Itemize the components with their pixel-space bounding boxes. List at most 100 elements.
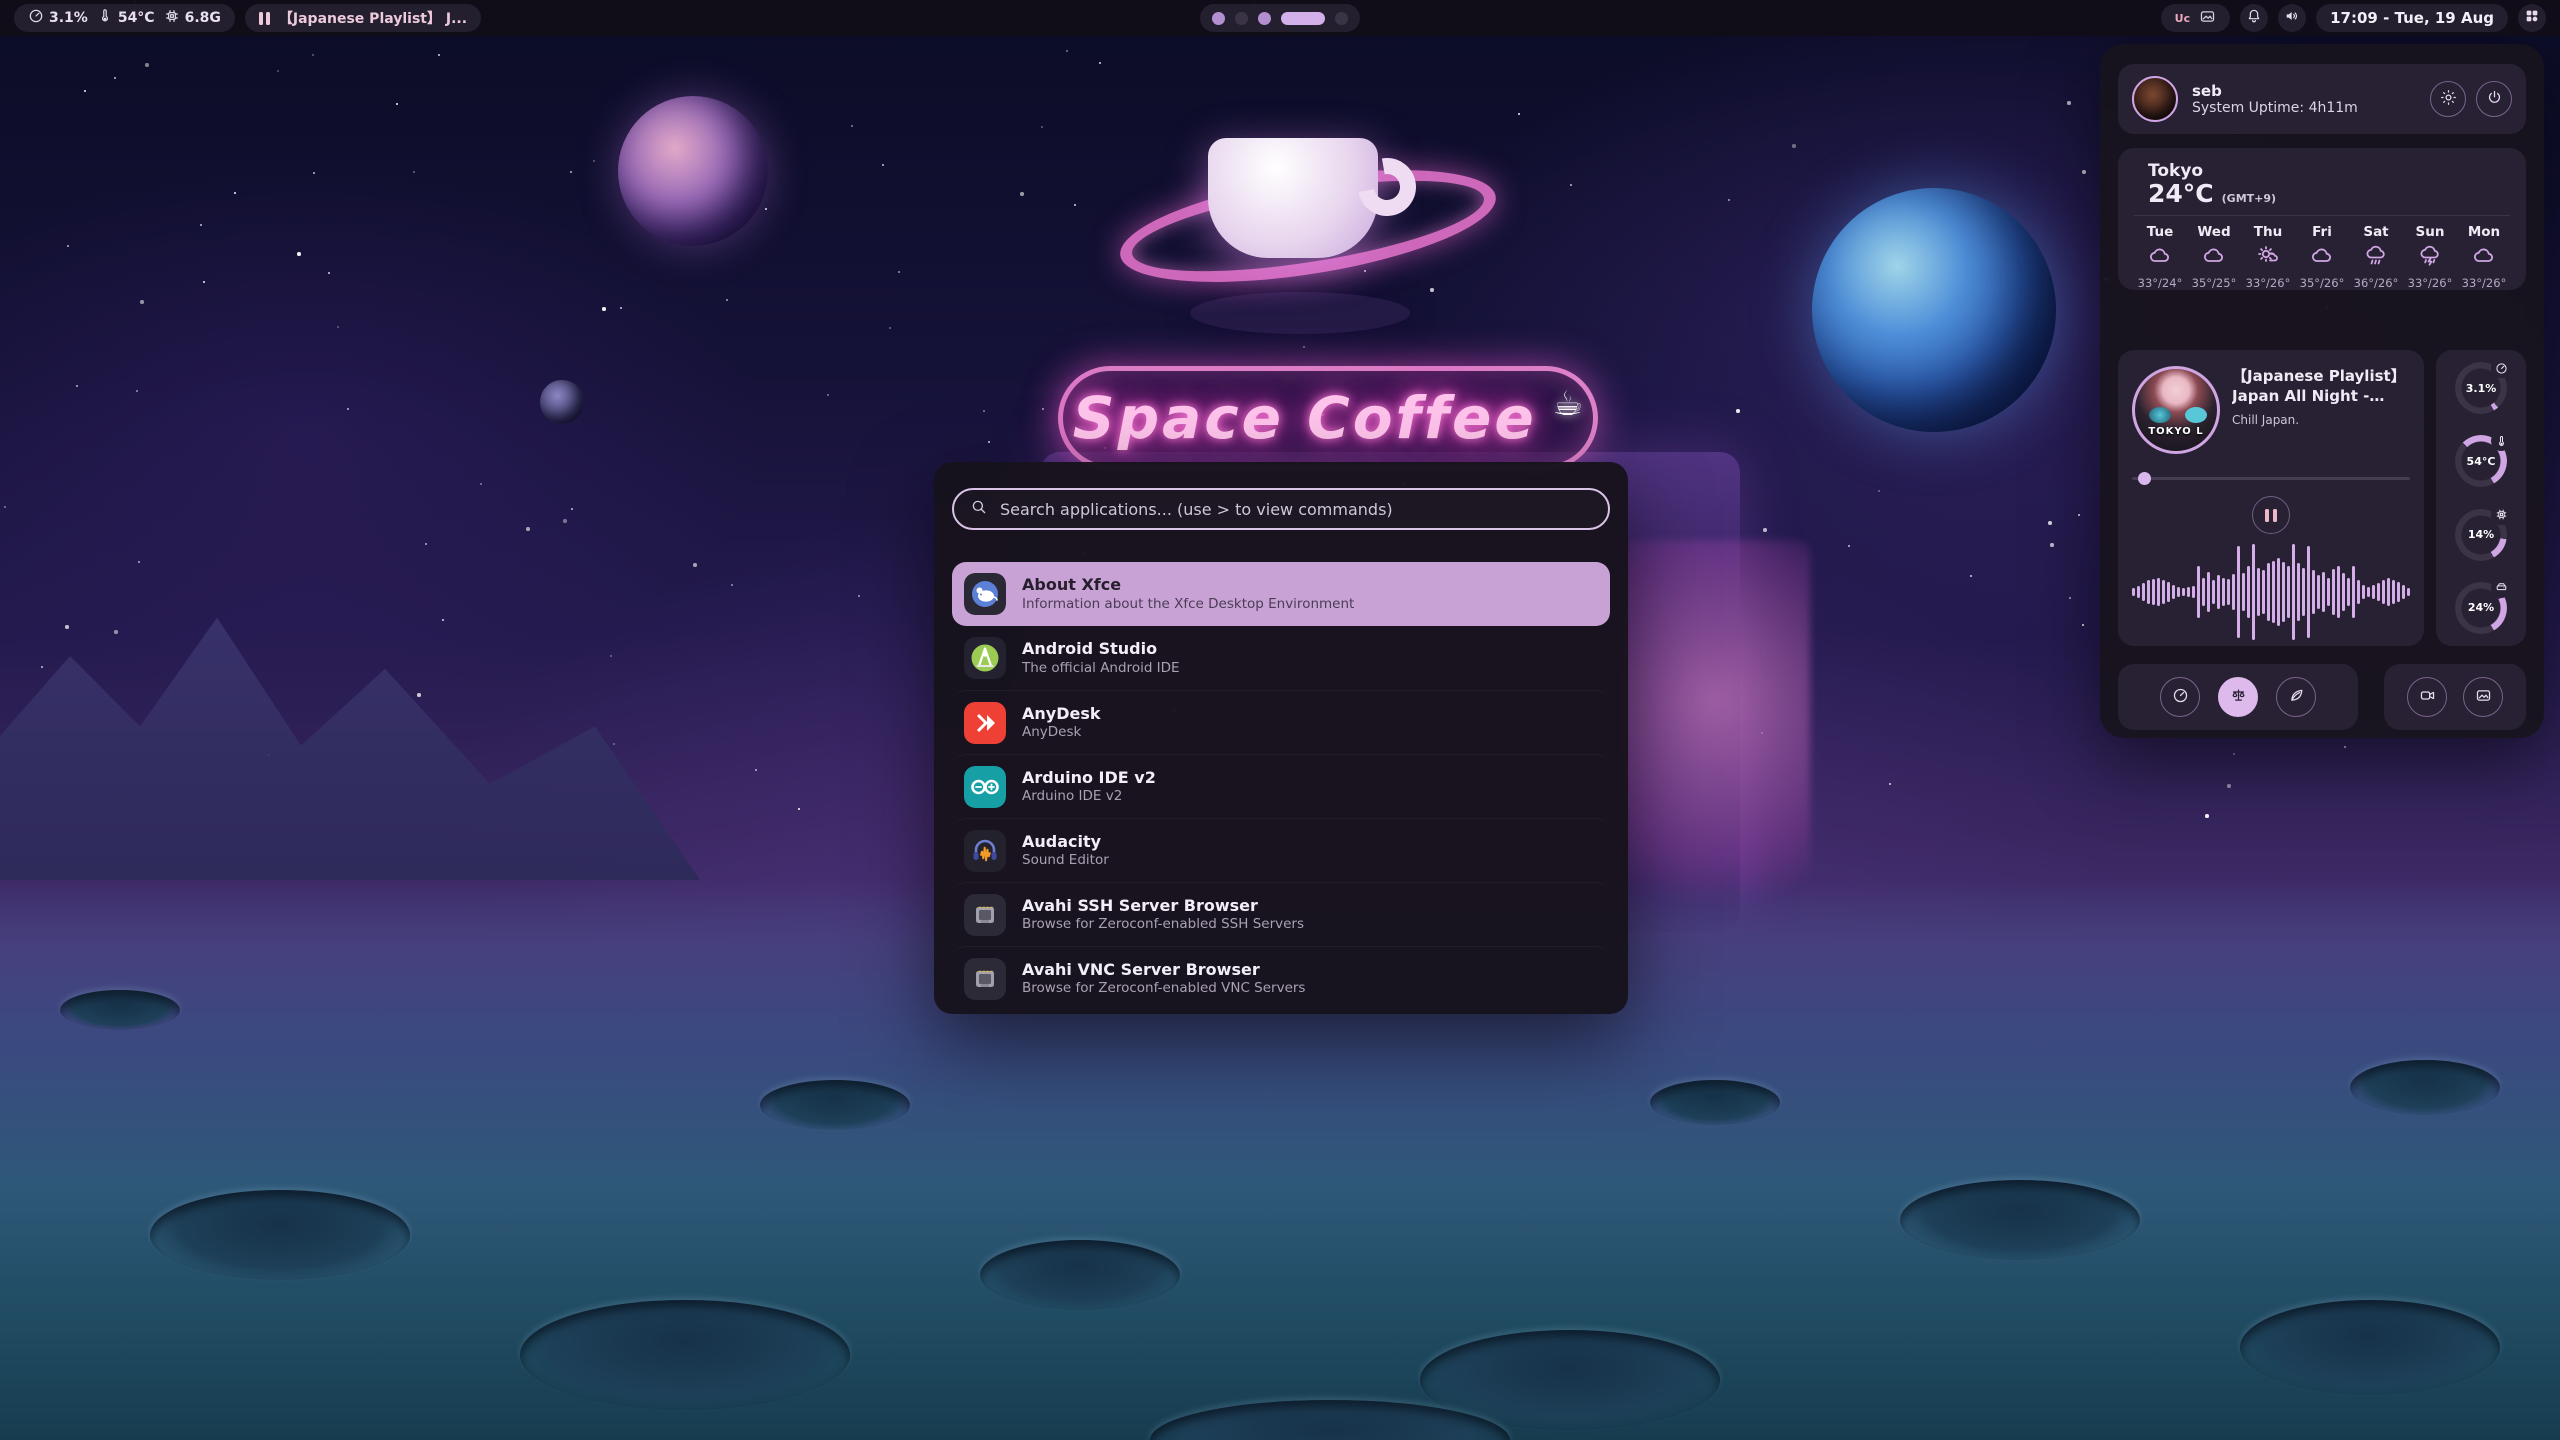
app-result-row[interactable]: Android Studio The official Android IDE	[952, 626, 1610, 690]
forecast-temps: 33°/26°	[2246, 276, 2291, 290]
forecast-temps: 33°/26°	[2462, 276, 2507, 290]
play-pause-button[interactable]	[2252, 496, 2290, 534]
capture-card	[2384, 664, 2526, 730]
system-gauge: 14%	[2455, 509, 2507, 561]
thermometer-icon	[97, 8, 113, 28]
forecast-temps: 33°/26°	[2408, 276, 2453, 290]
cloud-icon	[2471, 244, 2497, 272]
search-results: About Xfce Information about the Xfce De…	[952, 562, 1610, 1010]
settings-button[interactable]	[2430, 81, 2466, 117]
cloud-icon	[2309, 244, 2335, 272]
thermometer-icon	[2491, 431, 2511, 451]
app-title: Audacity	[1022, 832, 1109, 853]
power-profile-button[interactable]	[2160, 677, 2200, 717]
app-result-row[interactable]: AnyDesk AnyDesk	[952, 690, 1610, 754]
weather-city: Tokyo	[2148, 162, 2276, 181]
seek-track	[2132, 477, 2410, 480]
speedometer-icon	[28, 8, 44, 28]
scales-icon	[2230, 687, 2247, 708]
forecast-day: Thu 33°/26°	[2242, 224, 2294, 290]
rain-icon	[2363, 244, 2389, 272]
bell-icon	[2246, 8, 2262, 28]
album-art[interactable]: TOKYO L	[2132, 366, 2220, 454]
search-input[interactable]	[1000, 500, 1592, 519]
audacity-icon	[964, 830, 1006, 872]
widget-panel: seb System Uptime: 4h11m Tokyo 24°C	[2100, 44, 2544, 738]
search-icon	[970, 498, 988, 520]
video-icon	[2419, 687, 2436, 708]
forecast-day: Tue 33°/24°	[2134, 224, 2186, 290]
app-title: About Xfce	[1022, 575, 1354, 596]
gear-icon	[2440, 89, 2457, 110]
power-button[interactable]	[2476, 81, 2512, 117]
neon-sign: Space Coffee ☕	[1058, 366, 1598, 470]
seek-thumb[interactable]	[2138, 472, 2151, 485]
app-result-row[interactable]: Avahi VNC Server Browser Browse for Zero…	[952, 946, 1610, 1010]
forecast-day: Mon 33°/26°	[2458, 224, 2510, 290]
workspace-dot[interactable]	[1335, 12, 1348, 25]
purple-planet	[618, 96, 768, 246]
workspace-dot[interactable]	[1258, 12, 1271, 25]
grid-icon	[2524, 8, 2540, 28]
top-bar: 3.1% 54°C 6.8G 【Japanese Playlist】 J...	[0, 0, 2560, 36]
memory-value: 6.8G	[185, 10, 221, 26]
forecast-day: Sat 36°/26°	[2350, 224, 2402, 290]
workspace-dot[interactable]	[1212, 12, 1225, 25]
notifications-button[interactable]	[2240, 4, 2268, 32]
track-title: 【Japanese Playlist】 Japan All Night - To…	[2232, 366, 2410, 407]
app-title: Arduino IDE v2	[1022, 768, 1156, 789]
sun-cloud-icon	[2255, 244, 2281, 272]
power-profile-button[interactable]	[2276, 677, 2316, 717]
capture-button[interactable]	[2407, 677, 2447, 717]
cup-saucer	[1190, 292, 1410, 334]
forecast-day: Wed 35°/25°	[2188, 224, 2240, 290]
workspace-dot[interactable]	[1281, 12, 1325, 25]
forecast-temps: 35°/25°	[2192, 276, 2237, 290]
arduino-icon	[964, 766, 1006, 808]
app-result-row[interactable]: Avahi SSH Server Browser Browse for Zero…	[952, 882, 1610, 946]
track-artist: Chill Japan.	[2232, 413, 2410, 427]
search-bar[interactable]	[952, 488, 1610, 530]
app-subtitle: Browse for Zeroconf-enabled SSH Servers	[1022, 916, 1304, 933]
app-subtitle: AnyDesk	[1022, 724, 1101, 741]
seek-bar[interactable]	[2132, 472, 2410, 484]
forecast-temps: 33°/24°	[2138, 276, 2183, 290]
forecast-temps: 36°/26°	[2354, 276, 2399, 290]
wallpaper-icon[interactable]	[2199, 8, 2216, 29]
android-studio-icon	[964, 637, 1006, 679]
workspace-indicator[interactable]	[1200, 4, 1360, 32]
earth-planet	[1812, 188, 2056, 432]
tray-app-icon[interactable]: Uc	[2175, 12, 2190, 25]
desktop: Space Coffee ☕ 3.1% 54°C 6.8G	[0, 0, 2560, 1440]
app-result-row[interactable]: Audacity Sound Editor	[952, 818, 1610, 882]
user-name: seb	[2192, 82, 2358, 100]
anydesk-icon	[964, 702, 1006, 744]
divider	[2134, 215, 2510, 216]
app-result-row[interactable]: About Xfce Information about the Xfce De…	[952, 562, 1610, 626]
steam-icon: ☕	[1553, 384, 1583, 424]
now-playing-title: 【Japanese Playlist】 J...	[279, 8, 467, 28]
app-launcher: About Xfce Information about the Xfce De…	[934, 462, 1628, 1014]
pause-icon	[259, 12, 270, 25]
forecast-day: Sun 33°/26°	[2404, 224, 2456, 290]
power-icon	[2486, 89, 2503, 110]
leaf-icon	[2288, 687, 2305, 708]
system-tray[interactable]: Uc	[2161, 4, 2230, 32]
app-title: Android Studio	[1022, 639, 1180, 660]
system-stats-pill[interactable]: 3.1% 54°C 6.8G	[14, 4, 235, 32]
audio-visualizer	[2132, 544, 2410, 640]
now-playing-pill[interactable]: 【Japanese Playlist】 J...	[245, 4, 481, 32]
volume-button[interactable]	[2278, 4, 2306, 32]
app-grid-button[interactable]	[2518, 4, 2546, 32]
user-card: seb System Uptime: 4h11m	[2118, 64, 2526, 134]
system-gauges-card: 3.1% 54°C 14% 24%	[2436, 350, 2526, 646]
app-subtitle: The official Android IDE	[1022, 660, 1180, 677]
app-result-row[interactable]: Arduino IDE v2 Arduino IDE v2	[952, 754, 1610, 818]
app-title: Avahi VNC Server Browser	[1022, 960, 1305, 981]
workspace-dot[interactable]	[1235, 12, 1248, 25]
power-profile-button[interactable]	[2218, 677, 2258, 717]
system-gauge: 24%	[2455, 582, 2507, 634]
capture-button[interactable]	[2463, 677, 2503, 717]
avatar[interactable]	[2132, 76, 2178, 122]
clock[interactable]: 17:09 - Tue, 19 Aug	[2316, 4, 2508, 32]
